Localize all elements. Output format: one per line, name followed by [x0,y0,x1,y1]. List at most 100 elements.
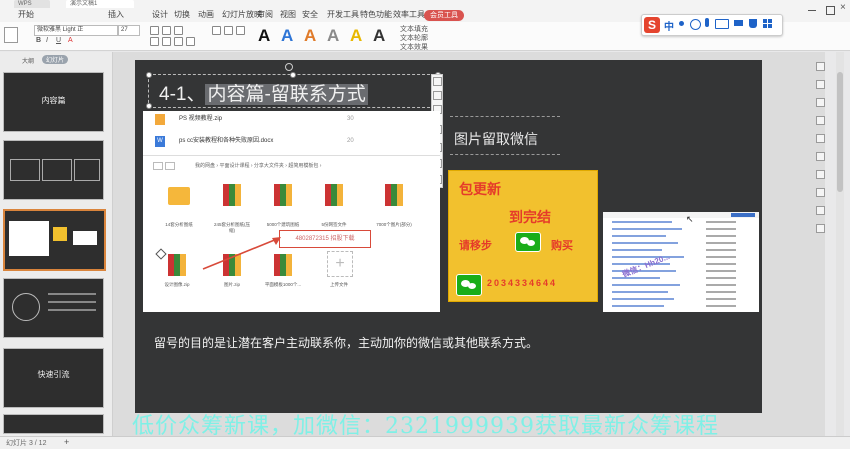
back-icon [153,162,163,170]
wordart-style-2[interactable]: A [281,26,293,46]
text-effect-button[interactable]: 文本效果 [400,42,428,52]
italic-button[interactable]: I [46,37,48,44]
pane-icon[interactable] [816,134,825,143]
toolbar-icon[interactable] [433,91,442,100]
slide-thumbnail[interactable] [3,278,104,338]
menu-insert[interactable]: 插入 [108,9,124,20]
promo-image: 包更新 到完结 请移步 购买 2034334644 [448,170,598,302]
zip-archive-icon [274,184,292,206]
font-name-select[interactable]: 微软雅黑 Light 正 [34,25,118,36]
outline-tab[interactable]: 大纲 [22,56,34,65]
pane-icon[interactable] [816,170,825,179]
pane-icon[interactable] [816,62,825,71]
docx-file-icon: W [155,136,165,147]
menu-animation[interactable]: 动画 [198,9,214,20]
side-label: 图片留取微信 [454,131,538,147]
member-tools-button[interactable]: 会员工具 [424,10,464,21]
ime-tshirt-icon[interactable] [749,19,757,28]
ime-skin-icon[interactable] [734,20,743,26]
ime-lang-toggle[interactable]: 中 [664,18,674,33]
maximize-icon[interactable] [826,6,835,15]
red-arrow-icon [202,237,281,270]
divider [450,116,560,118]
menu-view[interactable]: 视图 [280,9,296,20]
underline-button[interactable]: U [56,37,61,44]
align-center-icon[interactable] [162,37,171,46]
ime-voice-icon[interactable] [705,18,709,27]
file-list-image: 微信：Hh20... ↖ [603,212,759,312]
close-icon[interactable]: × [840,2,846,13]
wechat-icon [515,232,541,252]
file-row: W ps cc安装教程和各种失败原因.docx 20 [155,133,425,149]
wechat-icon [456,274,482,296]
textbox-icon[interactable] [212,26,221,35]
ime-emoji-icon[interactable] [690,19,701,30]
wordart-style-3[interactable]: A [304,26,316,46]
wordart-style-6[interactable]: A [373,26,385,46]
paste-icon[interactable] [4,27,18,43]
menu-efficiency[interactable]: 效率工具 [393,9,425,20]
file-row: PS 视频教程.zip 30 [155,111,425,127]
slide-counter: 幻灯片 3 / 12 [6,440,47,447]
ime-keyboard-icon[interactable] [715,19,729,29]
bold-button[interactable]: B [36,37,41,44]
slide-thumbnail[interactable]: 快速引流 [3,348,104,408]
pane-icon[interactable] [816,98,825,107]
ime-grid-icon[interactable] [763,19,773,28]
number-list-icon[interactable] [162,26,171,35]
sogou-logo-icon: S [644,17,660,33]
pane-icon[interactable] [816,116,825,125]
slide-thumbnail[interactable] [3,140,104,200]
bullet-list-icon[interactable] [150,26,159,35]
pane-icon[interactable] [816,224,825,233]
toolbar-icon[interactable] [433,77,442,86]
folder-icon [168,187,190,205]
doc-tab[interactable]: WPS [14,0,50,8]
arrange-icon[interactable] [236,26,245,35]
vertical-scrollbar[interactable] [836,52,844,436]
font-size-select[interactable]: 27 [118,25,140,36]
pane-icon[interactable] [816,152,825,161]
cursor-icon: ↖ [686,214,694,224]
slide-caption: 留号的目的是让潜在客户主动联系你，主动加你的微信或其他联系方式。 [154,336,539,350]
right-side-toolbar [814,52,826,392]
align-left-icon[interactable] [150,37,159,46]
wordart-style-4[interactable]: A [327,26,339,46]
zip-archive-icon [385,184,403,206]
breadcrumb: 我的网盘 › 平面设计课程 › 分享大文件夹 › 超简用模板包 › [195,163,322,169]
ime-toolbar[interactable]: S 中 [641,14,783,36]
ime-punct-icon[interactable] [679,21,684,26]
pane-icon[interactable] [816,206,825,215]
menu-transition[interactable]: 切换 [174,9,190,20]
menu-security[interactable]: 安全 [302,9,318,20]
font-color-button[interactable]: A [68,37,73,44]
slide-thumbnail[interactable]: 内容篇 [3,72,104,132]
rotate-handle-icon[interactable] [285,63,293,71]
wordart-style-1[interactable]: A [258,26,270,46]
menu-review[interactable]: 审阅 [257,9,273,20]
slide-thumbnail-panel: 大纲 幻灯片 内容篇 快速引流 [0,52,113,436]
slide-thumbnail[interactable] [3,414,104,434]
scrollbar-thumb[interactable] [837,72,843,192]
add-slide-button[interactable]: + [64,437,69,447]
upload-plus-icon: + [327,251,353,277]
zip-file-icon [155,114,165,125]
menu-slideshow[interactable]: 幻灯片放映 [222,9,262,20]
justify-icon[interactable] [186,37,195,46]
indent-icon[interactable] [174,26,183,35]
pane-icon[interactable] [816,188,825,197]
divider [450,154,560,156]
minimize-icon[interactable] [808,10,816,11]
menu-devtools[interactable]: 开发工具 [327,9,359,20]
zip-archive-icon [325,184,343,206]
wordart-style-5[interactable]: A [350,26,362,46]
menu-start[interactable]: 开始 [18,9,34,20]
doc-tab-active[interactable]: 演示文稿1 [66,0,134,8]
slides-tab[interactable]: 幻灯片 [42,55,69,64]
menu-features[interactable]: 特色功能 [360,9,392,20]
pane-icon[interactable] [816,80,825,89]
align-right-icon[interactable] [174,37,183,46]
menu-design[interactable]: 设计 [152,9,168,20]
slide-thumbnail-selected[interactable] [3,209,106,271]
shape-icon[interactable] [224,26,233,35]
